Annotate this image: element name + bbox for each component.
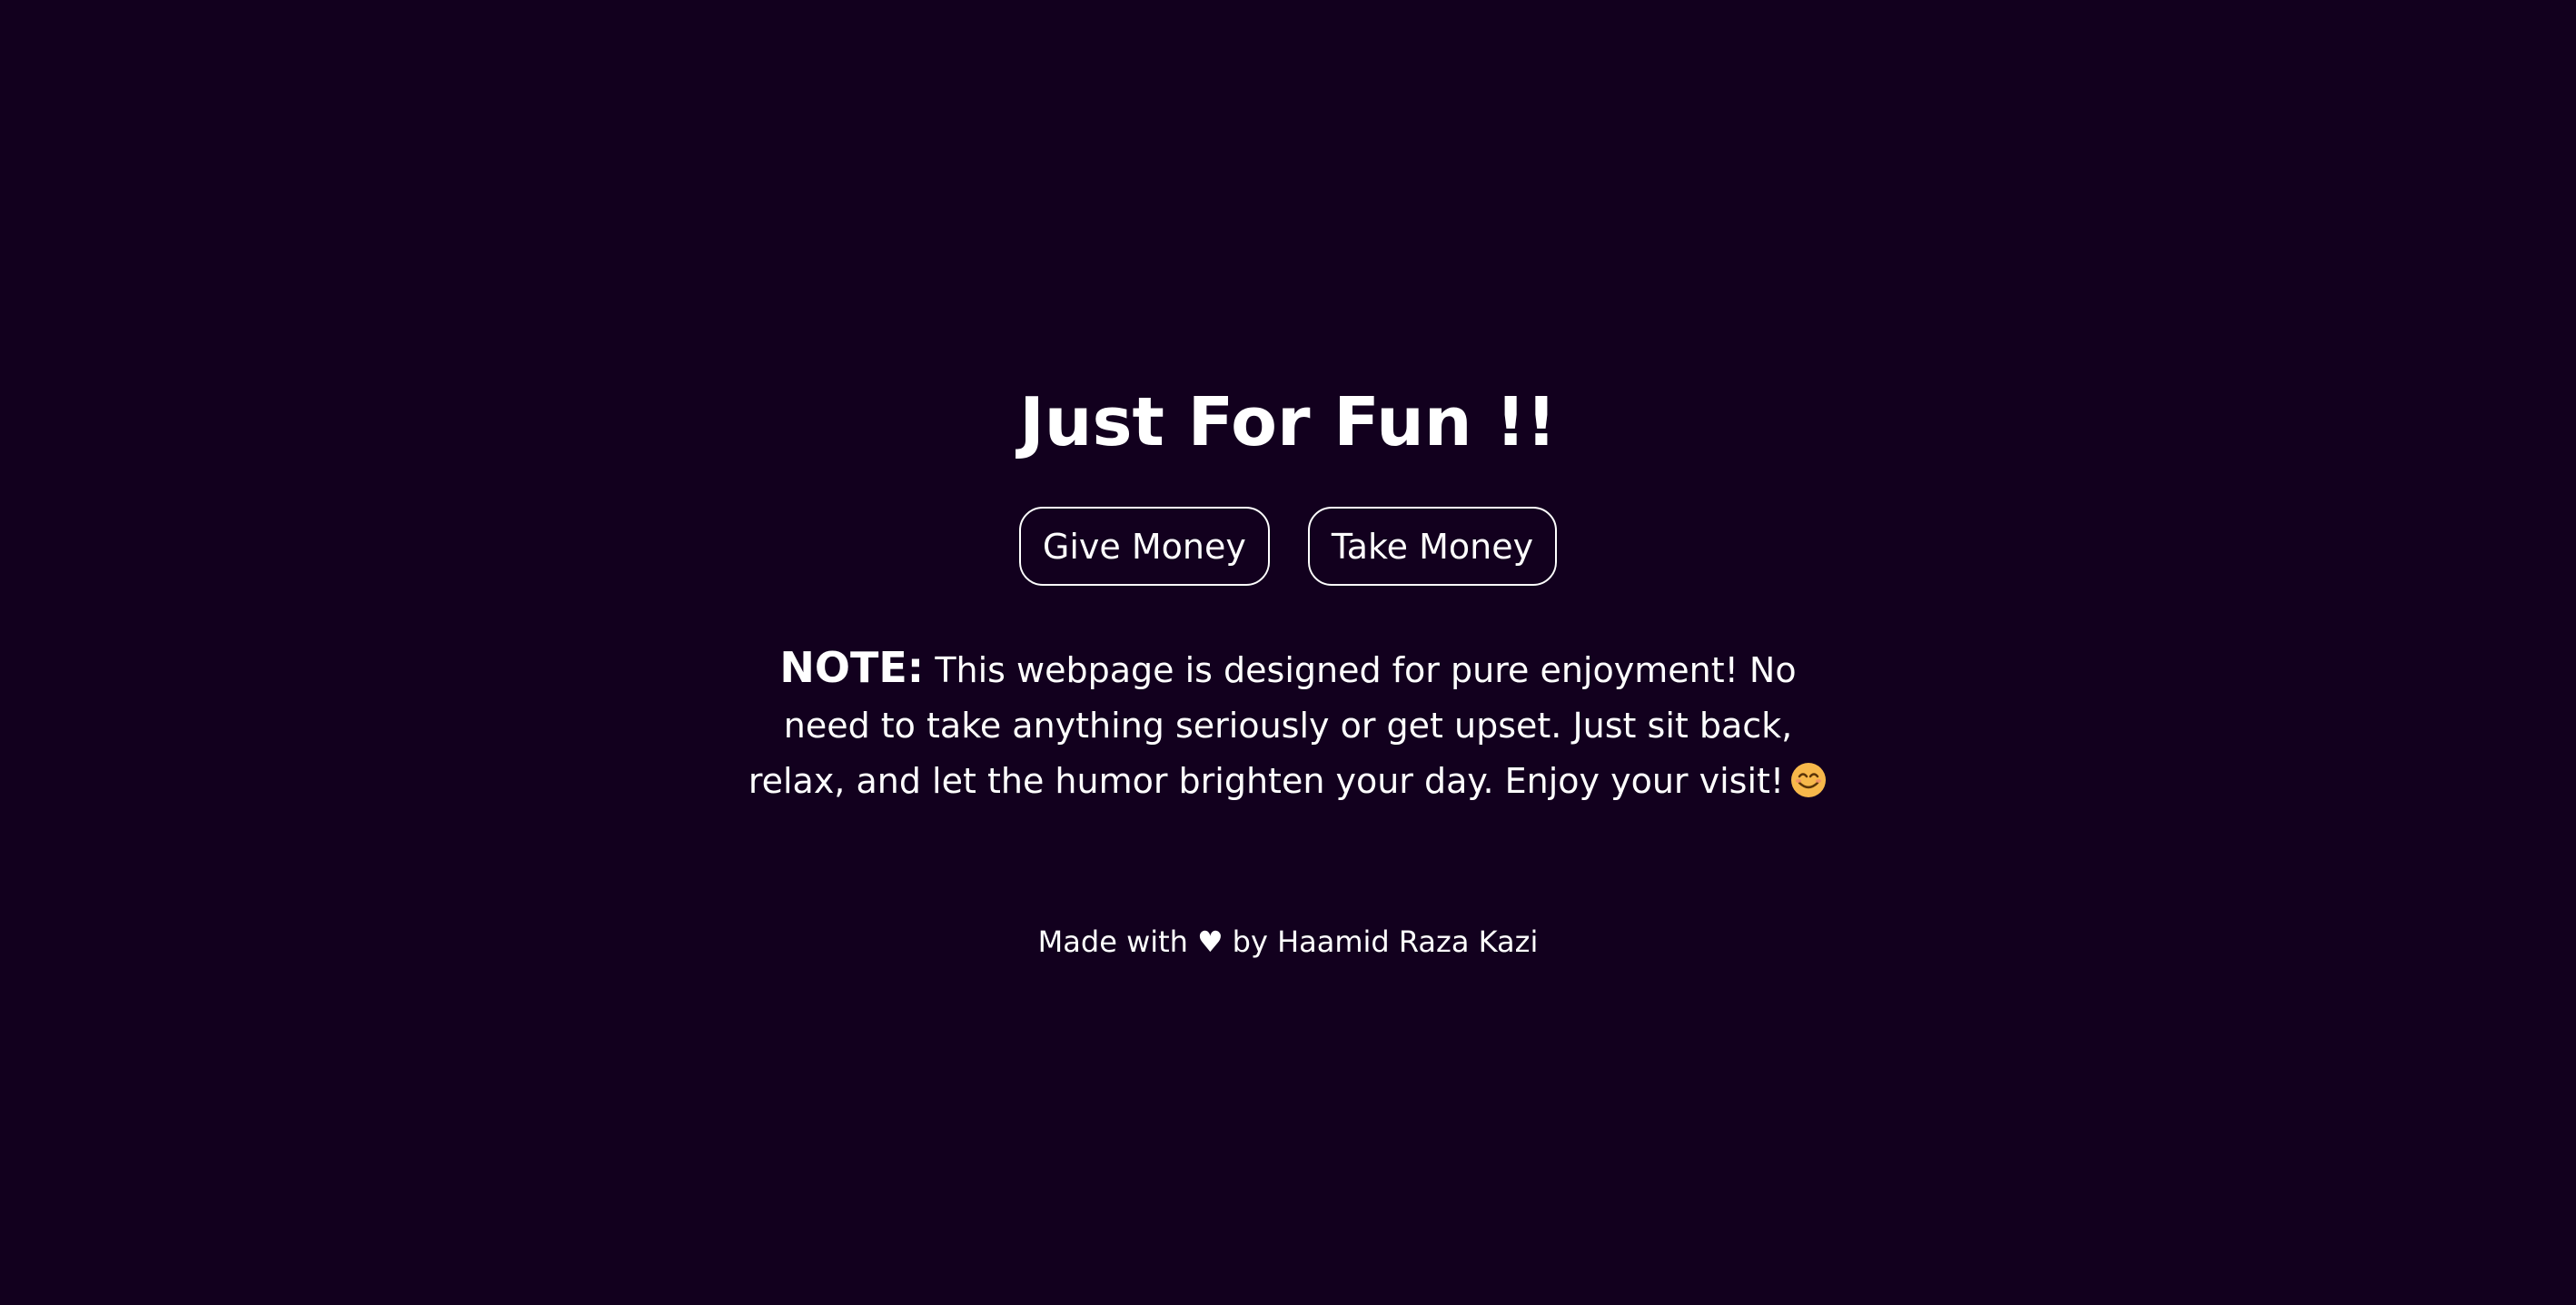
note-label: NOTE: xyxy=(779,643,925,692)
button-group: Give Money Take Money xyxy=(1018,507,1558,586)
page-title: Just For Fun !! xyxy=(1019,383,1557,461)
footer-prefix: Made with xyxy=(1037,924,1188,959)
take-money-button[interactable]: Take Money xyxy=(1307,507,1558,586)
main-content: Just For Fun !! Give Money Take Money NO… xyxy=(0,368,2576,960)
heart-icon: ♥ xyxy=(1196,924,1224,959)
footer-author: by Haamid Raza Kazi xyxy=(1232,924,1539,959)
smiling-face-icon xyxy=(1791,763,1827,797)
page: Just For Fun !! Give Money Take Money NO… xyxy=(0,0,2576,1305)
give-money-button[interactable]: Give Money xyxy=(1018,507,1270,586)
footer-credit: Made with ♥ by Haamid Raza Kazi xyxy=(1038,924,1539,960)
note-paragraph: NOTE: This webpage is designed for pure … xyxy=(743,640,1833,809)
